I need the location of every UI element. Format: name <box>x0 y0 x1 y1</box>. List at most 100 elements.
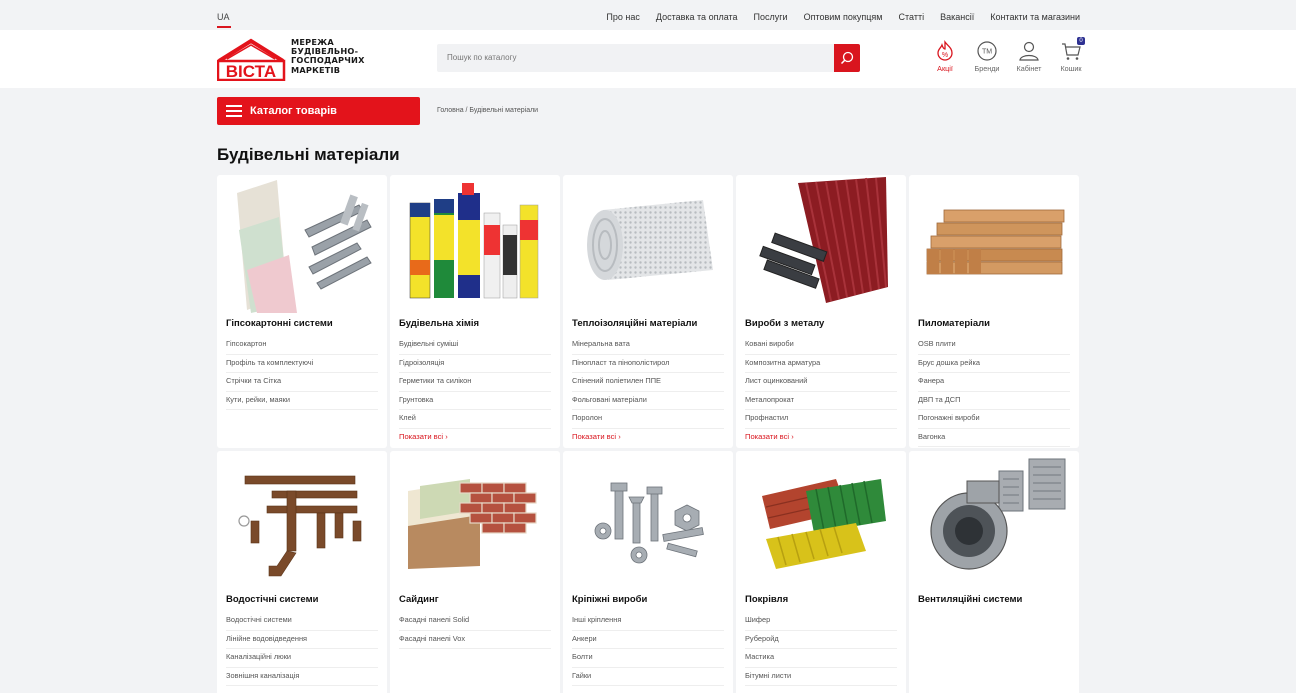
subcategory-link[interactable]: Зовнішня каналізація <box>226 668 378 686</box>
subcategory-link[interactable]: Лінійне водовідведення <box>226 631 378 649</box>
subcategory-link[interactable]: Брус дошка рейка <box>918 355 1070 373</box>
category-card-roofing[interactable]: Покрівля Шифер Руберойд Мастика Бітумні … <box>736 451 906 693</box>
drainage-image <box>217 451 387 589</box>
nav-services[interactable]: Послуги <box>754 12 788 22</box>
cart-label: Кошик <box>1060 64 1082 73</box>
brands-link[interactable]: TM Бренди <box>972 40 1002 73</box>
category-card-metal[interactable]: Вироби з металу Ковані вироби Композитна… <box>736 175 906 448</box>
category-card-drainage[interactable]: Водостічні системи Водостічні системи Лі… <box>217 451 387 693</box>
subcategory-link[interactable]: Поролон <box>572 410 724 429</box>
promo-label: Акції <box>937 64 953 73</box>
subcategory-link[interactable]: Лист оцинкований <box>745 373 897 392</box>
subcategory-link[interactable]: Мастика <box>745 649 897 668</box>
subcategory-link[interactable]: Руберойд <box>745 631 897 649</box>
subcategory-link[interactable]: Будівельні суміші <box>399 336 551 355</box>
subcategory-link[interactable]: Ковані вироби <box>745 336 897 355</box>
logo-word: ВІСТА <box>226 62 276 81</box>
breadcrumb[interactable]: Головна / Будівельні матеріали <box>437 107 538 114</box>
logo[interactable]: ВІСТА МЕРЕЖА БУДІВЕЛЬНО- ГОСПОДАРЧИХ МАР… <box>216 37 377 82</box>
subcategory-link[interactable]: Фанера <box>918 373 1070 392</box>
nav-about[interactable]: Про нас <box>606 12 639 22</box>
account-link[interactable]: Кабінет <box>1014 40 1044 73</box>
subcategory-link[interactable]: Стрічки та Сітка <box>226 373 378 392</box>
promo-link[interactable]: % Акції <box>930 40 960 73</box>
search-icon <box>840 51 854 65</box>
category-card-lumber[interactable]: Пиломатеріали OSB плити Брус дошка рейка… <box>909 175 1079 448</box>
category-card-fasteners[interactable]: Кріпіжні вироби Інші кріплення Анкери Бо… <box>563 451 733 693</box>
language-switch[interactable]: UA <box>217 12 230 22</box>
subcategory-list: Ковані вироби Композитна арматура Лист о… <box>745 336 897 445</box>
subcategory-link[interactable]: Гідроізоляція <box>399 355 551 373</box>
subcategory-link[interactable]: Герметики та силікон <box>399 373 551 392</box>
drywall-image <box>217 175 387 313</box>
subcategory-link[interactable]: Мінеральна вата <box>572 336 724 355</box>
subcategory-link[interactable]: Спінений поліетилен ППЕ <box>572 373 724 392</box>
category-title: Будівельна хімія <box>399 318 480 329</box>
subcategory-link[interactable]: OSB плити <box>918 336 1070 355</box>
subcategory-link[interactable]: Грунтовка <box>399 392 551 410</box>
header-actions: % Акції TM Бренди Кабінет 0 Кошик <box>930 37 1086 73</box>
language-underline <box>217 26 231 28</box>
search-input[interactable] <box>447 53 827 62</box>
header: ВІСТА МЕРЕЖА БУДІВЕЛЬНО- ГОСПОДАРЧИХ МАР… <box>0 30 1296 88</box>
subcategory-link[interactable]: ДВП та ДСП <box>918 392 1070 410</box>
subcategory-list: Фасадні панелі Solid Фасадні панелі Vox <box>399 612 551 649</box>
show-all-link[interactable]: Показати всі <box>399 429 551 445</box>
logo-caption: МЕРЕЖА БУДІВЕЛЬНО- ГОСПОДАРЧИХ МАРКЕТІВ <box>291 37 365 75</box>
category-card-ventilation[interactable]: Вентиляційні системи <box>909 451 1079 693</box>
top-bar: UA Про нас Доставка та оплата Послуги Оп… <box>0 0 1296 30</box>
category-title: Покрівля <box>745 594 789 605</box>
nav-delivery[interactable]: Доставка та оплата <box>656 12 738 22</box>
subcategory-link[interactable]: Профнастил <box>745 410 897 429</box>
cart-link[interactable]: 0 Кошик <box>1056 37 1086 73</box>
subcategory-link[interactable]: Погонажні вироби <box>918 410 1070 429</box>
nav-vacancies[interactable]: Вакансії <box>940 12 974 22</box>
subcategory-link[interactable]: Шифер <box>745 612 897 631</box>
ventilation-image <box>909 451 1079 589</box>
category-card-drywall[interactable]: Гіпсокартонні системи Гіпсокартон Профіл… <box>217 175 387 448</box>
catalog-button[interactable]: Каталог товарів <box>217 97 420 125</box>
subcategory-link[interactable]: Гайки <box>572 668 724 686</box>
top-nav: Про нас Доставка та оплата Послуги Оптов… <box>606 12 1080 22</box>
show-all-link[interactable]: Показати всі <box>572 429 724 445</box>
subcategory-link[interactable]: Композитна арматура <box>745 355 897 373</box>
subcategory-link[interactable]: Клей <box>399 410 551 429</box>
category-card-siding[interactable]: Сайдинг Фасадні панелі Solid Фасадні пан… <box>390 451 560 693</box>
chemistry-image <box>390 175 560 313</box>
subcategory-link[interactable]: Водостічні системи <box>226 612 378 631</box>
svg-text:TM: TM <box>982 49 992 56</box>
category-title: Пиломатеріали <box>918 318 990 329</box>
subcategory-link[interactable]: Вагонка <box>918 429 1070 447</box>
subcategory-link[interactable]: Кути, рейки, маяки <box>226 392 378 410</box>
nav-contacts[interactable]: Контакти та магазини <box>990 12 1080 22</box>
subcategory-link[interactable]: Профіль та комплектуючі <box>226 355 378 373</box>
promo-fire-icon: % <box>937 40 953 61</box>
category-card-insulation[interactable]: Теплоізоляційні матеріали Мінеральна ват… <box>563 175 733 448</box>
subcategory-link[interactable]: Анкери <box>572 631 724 649</box>
brand-tm-icon: TM <box>977 41 997 61</box>
subcategory-link[interactable]: Інші кріплення <box>572 612 724 631</box>
subcategory-link[interactable]: Каналізаційні люки <box>226 649 378 668</box>
user-icon <box>1019 41 1039 61</box>
subcategory-link[interactable]: Бітумні листи <box>745 668 897 686</box>
brands-label: Бренди <box>974 64 1000 73</box>
page: UA Про нас Доставка та оплата Послуги Оп… <box>0 0 1296 693</box>
subcategory-list: Водостічні системи Лінійне водовідведенн… <box>226 612 378 686</box>
category-title: Гіпсокартонні системи <box>226 318 333 329</box>
subcategory-link[interactable]: Пінопласт та пінополістирол <box>572 355 724 373</box>
subcategory-link[interactable]: Фасадні панелі Solid <box>399 612 551 631</box>
search-button[interactable] <box>834 44 860 72</box>
subcategory-link[interactable]: Фасадні панелі Vox <box>399 631 551 649</box>
category-card-chemistry[interactable]: Будівельна хімія Будівельні суміші Гідро… <box>390 175 560 448</box>
category-title: Вентиляційні системи <box>918 594 1023 605</box>
category-title: Сайдинг <box>399 594 439 605</box>
nav-articles[interactable]: Статті <box>899 12 925 22</box>
nav-wholesale[interactable]: Оптовим покупцям <box>804 12 883 22</box>
show-all-link[interactable]: Показати всі <box>745 429 897 445</box>
page-title: Будівельні матеріали <box>217 145 400 164</box>
category-title: Теплоізоляційні матеріали <box>572 318 698 329</box>
subcategory-link[interactable]: Гіпсокартон <box>226 336 378 355</box>
subcategory-link[interactable]: Металопрокат <box>745 392 897 410</box>
subcategory-link[interactable]: Болти <box>572 649 724 668</box>
subcategory-link[interactable]: Фольговані матеріали <box>572 392 724 410</box>
